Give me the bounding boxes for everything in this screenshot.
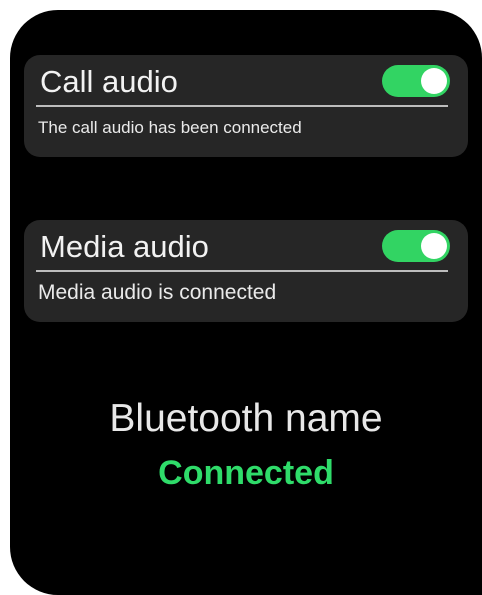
- media-audio-toggle[interactable]: [382, 230, 450, 262]
- bluetooth-status: Connected: [158, 454, 334, 492]
- call-audio-divider: [36, 105, 448, 107]
- call-audio-card: Call audio The call audio has been conne…: [24, 55, 468, 157]
- call-audio-status-text: The call audio has been connected: [38, 118, 302, 137]
- media-audio-title: Media audio: [40, 229, 209, 264]
- call-audio-toggle-knob: [421, 68, 447, 94]
- call-audio-title: Call audio: [40, 64, 178, 99]
- media-audio-divider: [36, 270, 448, 272]
- media-audio-card: Media audio Media audio is connected: [24, 220, 468, 322]
- call-audio-toggle[interactable]: [382, 65, 450, 97]
- media-audio-toggle-knob: [421, 233, 447, 259]
- watch-screen: Call audio The call audio has been conne…: [10, 10, 482, 595]
- bluetooth-name: Bluetooth name: [109, 397, 383, 440]
- media-audio-status-text: Media audio is connected: [38, 281, 277, 304]
